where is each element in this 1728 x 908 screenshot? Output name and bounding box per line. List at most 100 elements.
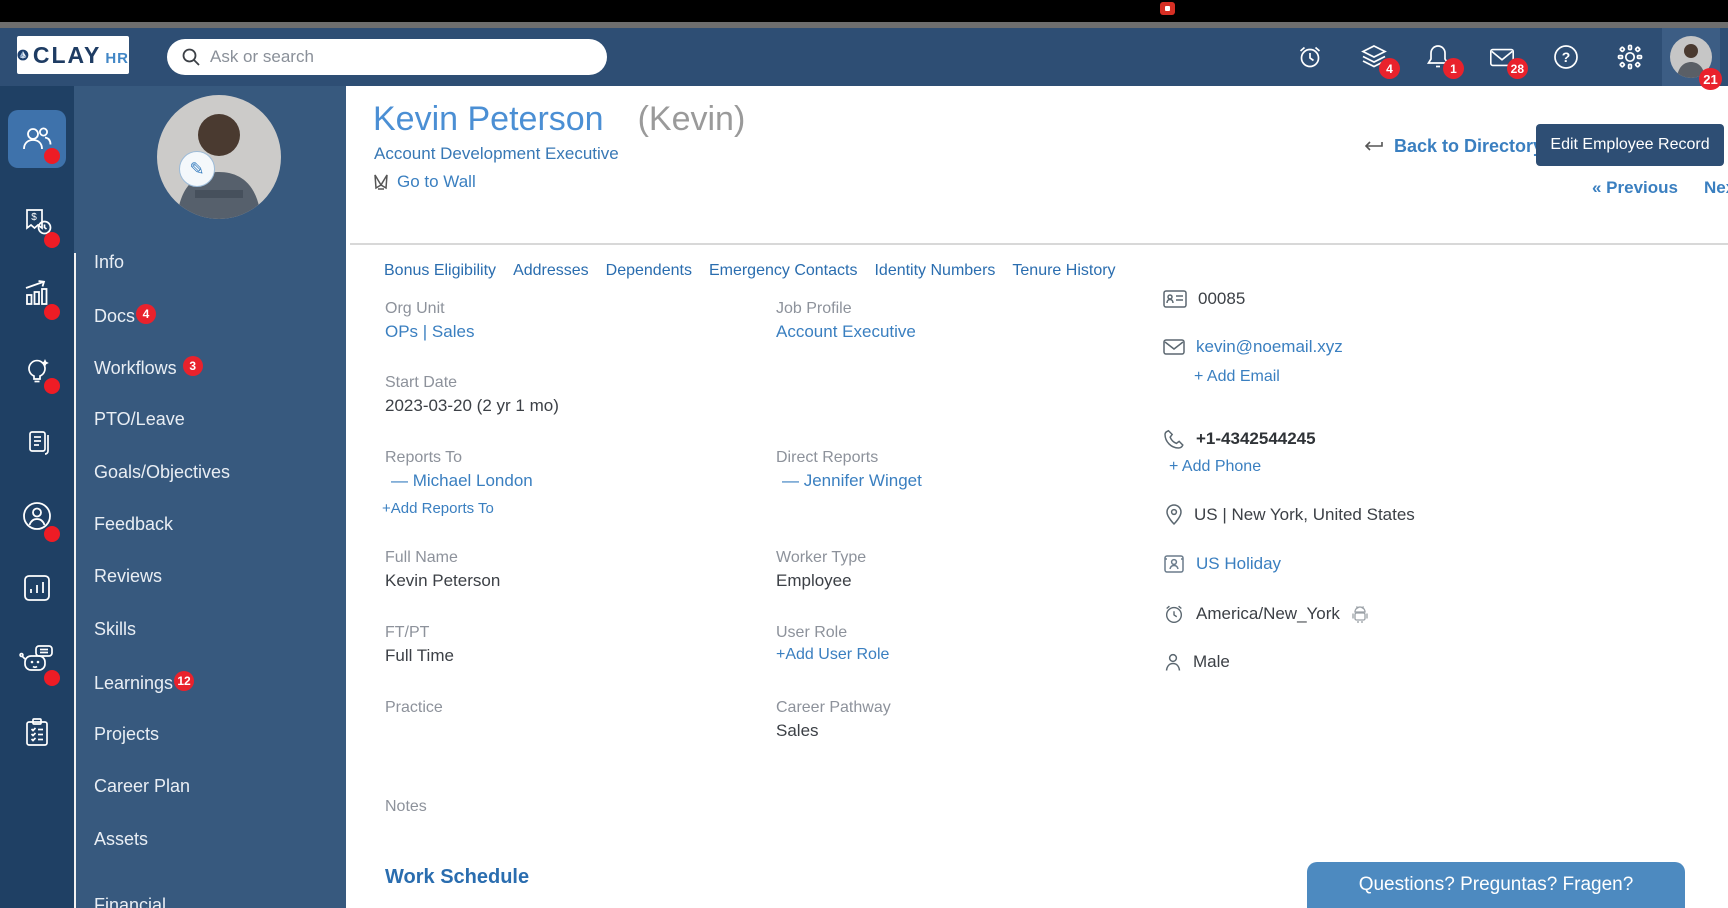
rail-compensation-icon[interactable]: $ — [0, 194, 74, 250]
rail-tasks-clipboard-icon[interactable] — [0, 704, 74, 760]
go-to-wall-link[interactable]: Go to Wall — [397, 172, 476, 192]
rail-performance-growth-icon[interactable] — [0, 266, 74, 322]
start-date-value: 2023-03-20 (2 yr 1 mo) — [385, 396, 559, 416]
employee-detail-panel: Kevin Peterson (Kevin) Account Developmen… — [346, 86, 1728, 908]
top-header-bar: CLAY HR — [0, 28, 1728, 86]
direct-reports-label: Direct Reports — [776, 449, 878, 467]
employee-photo[interactable] — [157, 95, 281, 219]
search-icon — [181, 47, 201, 67]
add-reports-to-link[interactable]: +Add Reports To — [382, 500, 494, 517]
reports-to-value[interactable]: — Michael London — [391, 471, 533, 491]
tab-bonus-eligibility[interactable]: Bonus Eligibility — [384, 262, 496, 280]
go-to-wall-icon — [372, 173, 390, 191]
browser-chrome-bar — [0, 0, 1728, 22]
alert-dot — [44, 232, 60, 248]
pagination: « Previous Next » — [1592, 178, 1728, 198]
email-value[interactable]: kevin@noemail.xyz — [1196, 337, 1343, 357]
employee-nickname: (Kevin) — [638, 100, 746, 138]
tab-emergency-contacts[interactable]: Emergency Contacts — [709, 262, 858, 280]
timezone-row: America/New_York — [1163, 603, 1369, 625]
back-to-directory-link[interactable]: Back to Directory — [1394, 136, 1543, 157]
section-divider — [350, 243, 1728, 245]
sidebar-item-learnings[interactable]: Learnings12 — [94, 671, 194, 694]
sidebar-item-docs[interactable]: Docs4 — [94, 304, 156, 327]
sidebar-item-assets[interactable]: Assets — [94, 829, 148, 850]
envelope-icon — [1163, 338, 1185, 356]
next-link[interactable]: Next » — [1704, 178, 1728, 198]
sidebar-item-financial[interactable]: Financial — [94, 895, 166, 908]
holiday-calendar-row[interactable]: US Holiday — [1163, 554, 1281, 574]
start-date-label: Start Date — [385, 374, 457, 392]
layers-icon[interactable]: 4 — [1360, 43, 1388, 71]
alert-dot — [44, 670, 60, 686]
notes-label: Notes — [385, 798, 427, 816]
notifications-bell-icon[interactable]: 1 — [1424, 43, 1452, 71]
full-name-label: Full Name — [385, 549, 458, 567]
holiday-calendar-value[interactable]: US Holiday — [1196, 554, 1281, 574]
clock-icon — [1163, 603, 1185, 625]
worker-type-label: Worker Type — [776, 549, 866, 567]
settings-gear-icon[interactable] — [1616, 43, 1644, 71]
add-phone-link[interactable]: + Add Phone — [1169, 458, 1261, 476]
go-to-wall-row[interactable]: Go to Wall — [372, 172, 476, 192]
tab-dependents[interactable]: Dependents — [606, 262, 692, 280]
full-name-value: Kevin Peterson — [385, 571, 500, 591]
logo-text-clay: CLAY — [33, 42, 102, 69]
employee-job-title: Account Development Executive — [374, 144, 619, 164]
worker-type-value: Employee — [776, 571, 852, 591]
add-user-role-link[interactable]: +Add User Role — [776, 646, 889, 664]
sidebar-item-goals-objectives[interactable]: Goals/Objectives — [94, 462, 230, 483]
direct-reports-value[interactable]: — Jennifer Winget — [782, 471, 922, 491]
search-input[interactable] — [210, 47, 593, 67]
help-icon[interactable]: ? — [1552, 43, 1580, 71]
sidebar-scrollbar[interactable] — [74, 253, 76, 908]
previous-link[interactable]: « Previous — [1592, 178, 1678, 198]
tab-addresses[interactable]: Addresses — [513, 262, 589, 280]
notifications-badge: 1 — [1443, 58, 1464, 79]
rail-documents-icon[interactable] — [0, 414, 74, 470]
rail-ideas-lightbulb-icon[interactable] — [0, 340, 74, 396]
alert-dot — [44, 378, 60, 394]
tab-tenure-history[interactable]: Tenure History — [1012, 262, 1115, 280]
sidebar-item-info[interactable]: Info — [94, 252, 124, 273]
rail-analytics-chart-icon[interactable] — [0, 560, 74, 616]
sidebar-item-workflows[interactable]: Workflows 3 — [94, 356, 203, 379]
global-search[interactable] — [167, 39, 607, 75]
rail-people-icon[interactable] — [8, 110, 66, 168]
id-card-icon — [1163, 289, 1187, 309]
pencil-icon: ✎ — [189, 159, 204, 180]
org-unit-value[interactable]: OPs | Sales — [385, 322, 474, 342]
alarm-clock-icon[interactable] — [1296, 43, 1324, 71]
docs-badge: 4 — [136, 304, 156, 324]
alert-dot — [44, 304, 60, 320]
edit-photo-button[interactable]: ✎ — [179, 151, 215, 187]
timezone-value: America/New_York — [1196, 604, 1340, 624]
org-unit-label: Org Unit — [385, 300, 445, 318]
career-pathway-label: Career Pathway — [776, 699, 891, 717]
sidebar-item-career-plan[interactable]: Career Plan — [94, 776, 190, 797]
reports-to-label: Reports To — [385, 449, 462, 467]
person-icon — [1164, 652, 1182, 672]
rail-profile-circle-icon[interactable] — [0, 488, 74, 544]
clayhr-logo[interactable]: CLAY HR — [17, 36, 129, 74]
email-row[interactable]: kevin@noemail.xyz — [1163, 337, 1343, 357]
location-row: US | New York, United States — [1165, 504, 1415, 526]
sidebar-item-feedback[interactable]: Feedback — [94, 514, 173, 535]
job-profile-value[interactable]: Account Executive — [776, 322, 916, 342]
user-avatar-tile[interactable]: 21 — [1662, 28, 1720, 86]
sidebar-item-pto-leave[interactable]: PTO/Leave — [94, 409, 185, 430]
employee-name: Kevin Peterson — [373, 100, 604, 138]
sidebar-item-skills[interactable]: Skills — [94, 619, 136, 640]
tab-identity-numbers[interactable]: Identity Numbers — [874, 262, 995, 280]
rail-chatbot-icon[interactable] — [0, 632, 74, 688]
chat-widget-button[interactable]: Questions? Preguntas? Fragen? — [1307, 862, 1685, 908]
phone-value: +1-4342544245 — [1196, 429, 1316, 449]
add-email-link[interactable]: + Add Email — [1194, 368, 1280, 386]
user-role-label: User Role — [776, 624, 847, 642]
messages-envelope-icon[interactable]: 28 — [1488, 43, 1516, 71]
holiday-badge-icon — [1163, 554, 1185, 574]
back-to-directory-row[interactable]: Back to Directory — [1362, 136, 1543, 157]
sidebar-item-reviews[interactable]: Reviews — [94, 566, 162, 587]
sidebar-item-projects[interactable]: Projects — [94, 724, 159, 745]
edit-employee-record-button[interactable]: Edit Employee Record — [1536, 124, 1724, 166]
